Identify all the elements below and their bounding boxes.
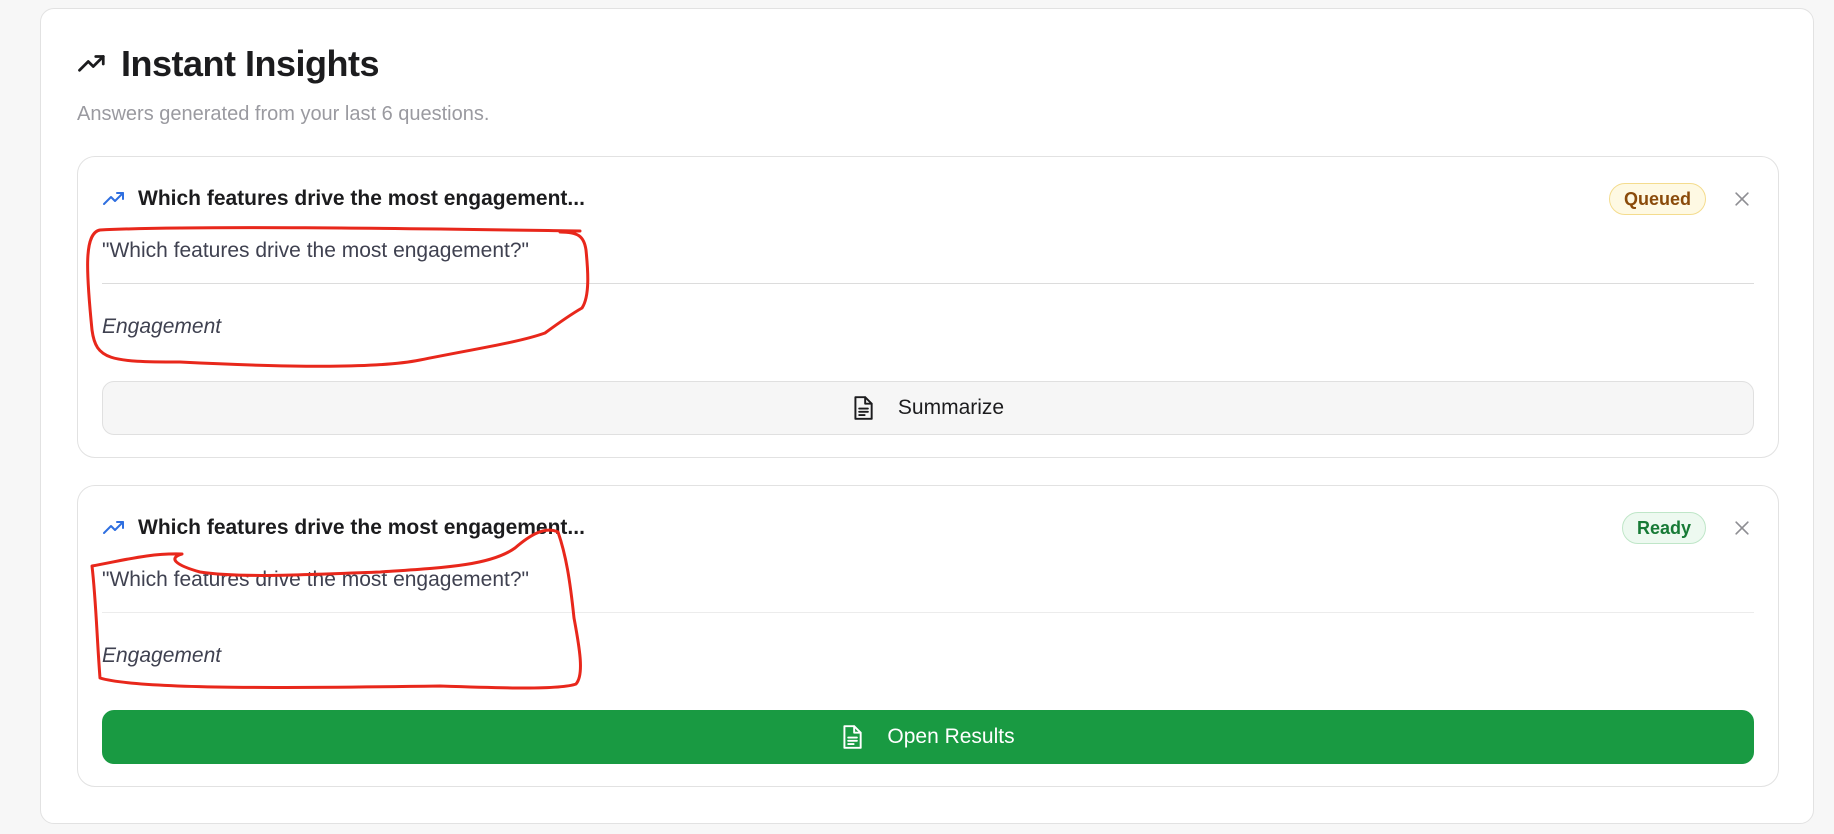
- card-header: Which features drive the most engagement…: [102, 516, 585, 540]
- insights-panel: Instant Insights Answers generated from …: [40, 8, 1814, 824]
- trending-up-icon: [103, 521, 124, 534]
- summarize-button-label: Summarize: [897, 396, 1005, 419]
- insight-card: Which features drive the most engagement…: [77, 156, 1779, 458]
- card-title: Which features drive the most engagement…: [138, 516, 585, 539]
- close-icon: [1735, 521, 1749, 535]
- status-badge: Queued: [1608, 183, 1706, 215]
- page-title: Instant Insights: [121, 43, 380, 84]
- trending-up-icon: [103, 192, 124, 205]
- page-subtitle: Answers generated from your last 6 quest…: [77, 103, 490, 125]
- category-label: Engagement: [102, 315, 222, 338]
- divider: [102, 283, 1754, 284]
- trending-up-icon: [78, 55, 105, 72]
- card-header: Which features drive the most engagement…: [102, 187, 585, 211]
- card-title: Which features drive the most engagement…: [138, 187, 585, 210]
- summarize-button[interactable]: Summarize: [102, 381, 1754, 435]
- document-icon: [843, 725, 863, 749]
- open-results-button[interactable]: Open Results: [102, 710, 1754, 764]
- document-icon: [854, 396, 873, 420]
- open-results-button-label: Open Results: [887, 725, 1015, 748]
- category-label: Engagement: [102, 644, 222, 667]
- insight-card: Which features drive the most engagement…: [77, 485, 1779, 787]
- close-button[interactable]: [1730, 516, 1754, 540]
- question-text: "Which features drive the most engagemen…: [102, 568, 529, 591]
- question-text: "Which features drive the most engagemen…: [102, 239, 529, 262]
- close-icon: [1735, 192, 1749, 206]
- divider: [102, 612, 1754, 613]
- close-button[interactable]: [1730, 187, 1754, 211]
- status-badge: Ready: [1621, 512, 1706, 544]
- panel-header: Instant Insights: [77, 43, 380, 85]
